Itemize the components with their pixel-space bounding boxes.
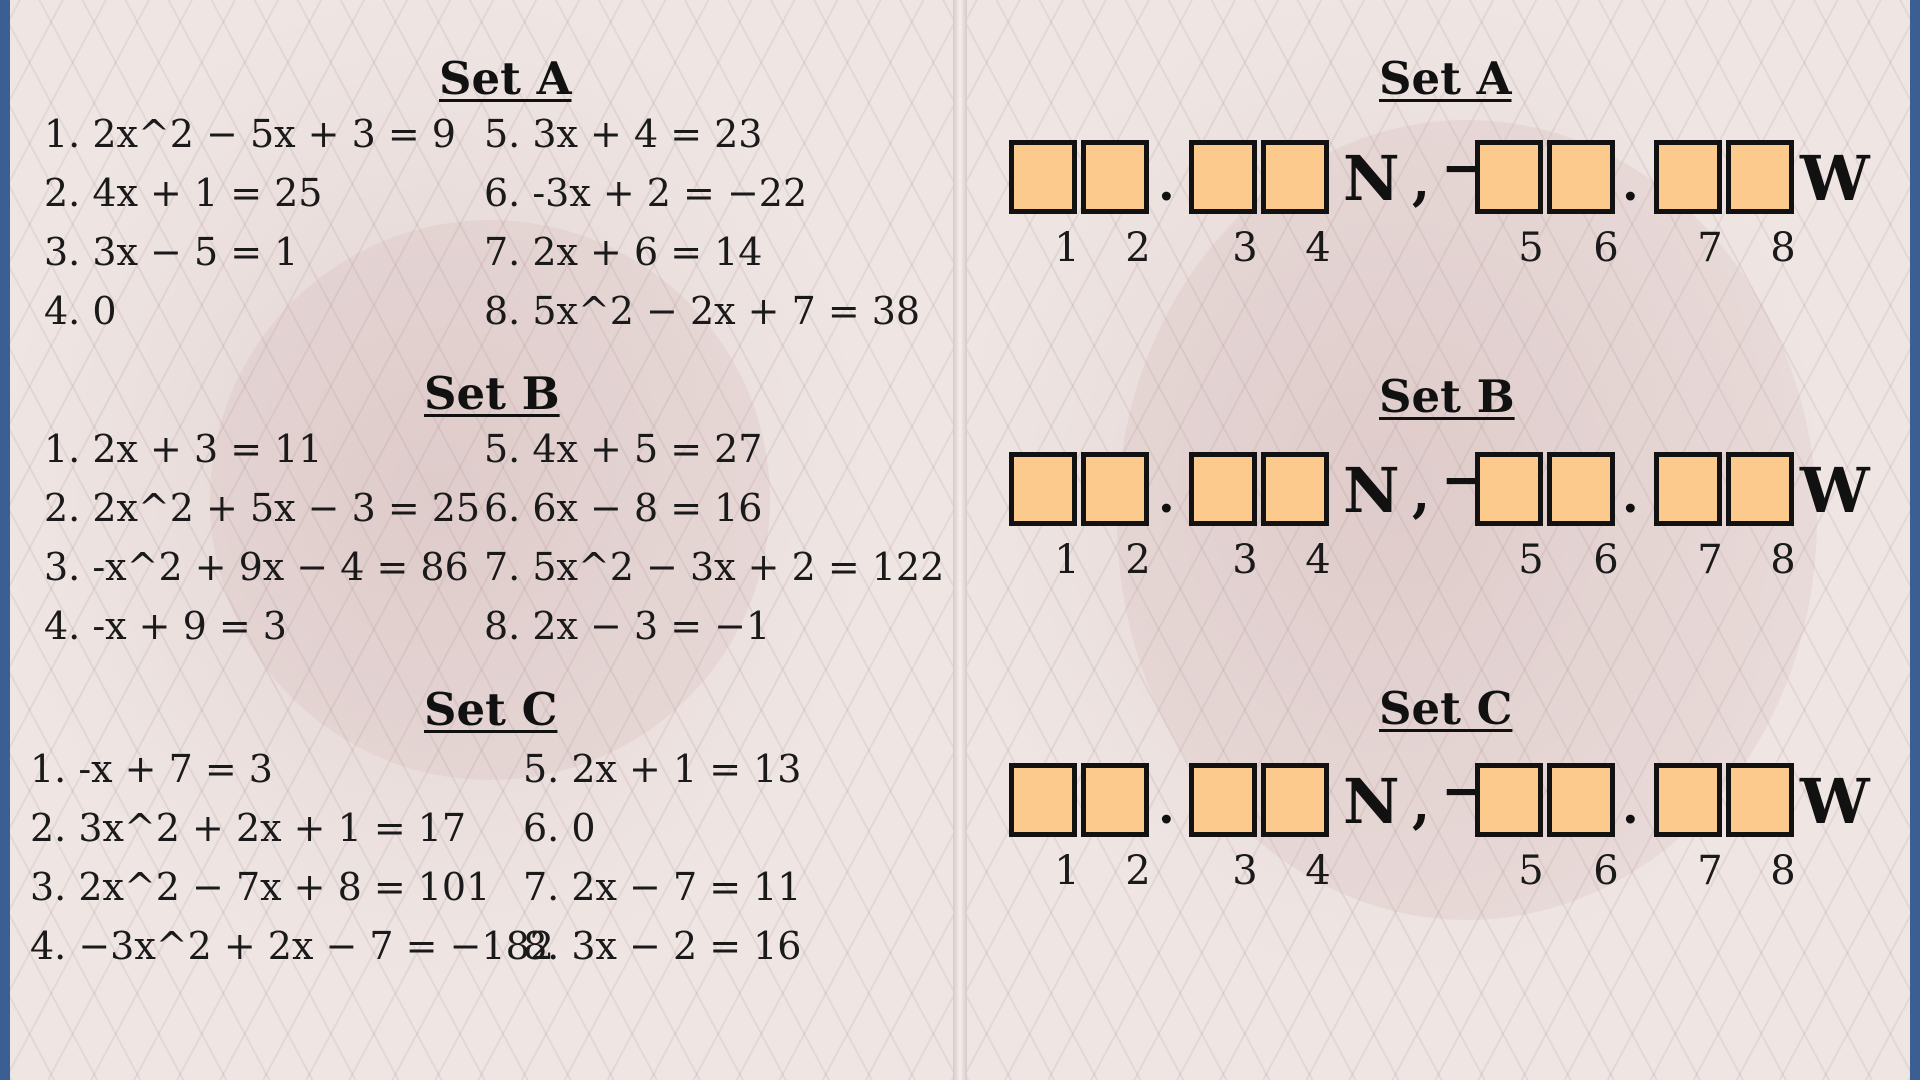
set-c-equation-1: 1. -x + 7 = 3 [30,747,273,791]
north-label: N [1343,765,1400,838]
answer-box-1[interactable] [1009,452,1077,526]
answer-box-8[interactable] [1726,140,1794,214]
answer-box-8[interactable] [1726,763,1794,837]
box-number-4: 4 [1305,537,1331,583]
answer-box-2[interactable] [1081,140,1149,214]
set-a-equation-6: 6. -3x + 2 = −22 [484,171,808,215]
answer-box-5[interactable] [1475,140,1543,214]
set-c-equation-3: 3. 2x^2 − 7x + 8 = 101 [30,865,491,909]
set-c-equation-5: 5. 2x + 1 = 13 [523,747,802,791]
comma: , [1412,151,1431,212]
answer-box-2[interactable] [1081,763,1149,837]
set-b-equation-7: 7. 5x^2 − 3x + 2 = 122 [484,545,945,589]
set-c-equation-8: 8. 3x − 2 = 16 [523,924,802,968]
box-number-6: 6 [1593,537,1619,583]
decimal-point: . [1158,468,1175,524]
set-b-equation-5: 5. 4x + 5 = 27 [484,427,763,471]
answer-box-6[interactable] [1547,140,1615,214]
decimal-point: . [1622,779,1639,835]
box-number-7: 7 [1697,225,1723,271]
answer-box-5[interactable] [1475,763,1543,837]
decimal-point: . [1622,468,1639,524]
set-a-equation-7: 7. 2x + 6 = 14 [484,230,763,274]
set-b-equation-8: 8. 2x − 3 = −1 [484,604,771,648]
box-number-1: 1 [1054,848,1080,894]
answer-box-7[interactable] [1654,763,1722,837]
answer-box-4[interactable] [1261,763,1329,837]
coordinate-row-set-c: . N , − . W 1 2 3 4 5 6 7 8 [1009,763,1870,894]
west-label: W [1800,454,1870,527]
set-c-title: Set C [424,683,558,736]
decimal-point: . [1158,779,1175,835]
box-number-8: 8 [1770,537,1796,583]
set-a-equation-1: 1. 2x^2 − 5x + 3 = 9 [44,112,456,156]
box-number-7: 7 [1697,537,1723,583]
box-number-6: 6 [1593,225,1619,271]
west-label: W [1800,765,1870,838]
box-number-2: 2 [1125,537,1151,583]
box-number-6: 6 [1593,848,1619,894]
coordinate-row-set-a: . N , − . W 1 2 3 4 5 6 7 8 [1009,140,1870,271]
coord-set-b-title: Set B [1379,370,1515,423]
set-b-equation-4: 4. -x + 9 = 3 [44,604,287,648]
set-a-equation-3: 3. 3x − 5 = 1 [44,230,299,274]
answer-box-1[interactable] [1009,140,1077,214]
set-b-title: Set B [424,367,560,420]
decimal-point: . [1622,156,1639,212]
box-number-3: 3 [1232,848,1258,894]
box-number-2: 2 [1125,848,1151,894]
answer-box-5[interactable] [1475,452,1543,526]
left-page: Set A 1. 2x^2 − 5x + 3 = 9 2. 4x + 1 = 2… [10,0,953,1080]
set-b-equation-3: 3. -x^2 + 9x − 4 = 86 [44,545,469,589]
answer-box-3[interactable] [1189,140,1257,214]
set-b-equation-6: 6. 6x − 8 = 16 [484,486,763,530]
answer-box-3[interactable] [1189,763,1257,837]
box-number-4: 4 [1305,848,1331,894]
decimal-point: . [1158,156,1175,212]
coord-set-c-title: Set C [1379,682,1513,735]
set-c-equation-4: 4. −3x^2 + 2x − 7 = −182 [30,924,554,968]
set-a-equation-8: 8. 5x^2 − 2x + 7 = 38 [484,289,921,333]
box-number-3: 3 [1232,537,1258,583]
north-label: N [1343,142,1400,215]
box-number-5: 5 [1518,537,1544,583]
answer-box-7[interactable] [1654,452,1722,526]
comma: , [1412,463,1431,524]
answer-box-6[interactable] [1547,763,1615,837]
answer-box-1[interactable] [1009,763,1077,837]
answer-box-6[interactable] [1547,452,1615,526]
set-b-equation-2: 2. 2x^2 + 5x − 3 = 25 [44,486,481,530]
set-a-title: Set A [439,52,572,105]
box-number-5: 5 [1518,848,1544,894]
answer-box-2[interactable] [1081,452,1149,526]
answer-box-7[interactable] [1654,140,1722,214]
set-c-equation-7: 7. 2x − 7 = 11 [523,865,802,909]
answer-box-4[interactable] [1261,452,1329,526]
book-spine [953,0,967,1080]
box-number-1: 1 [1054,537,1080,583]
box-number-8: 8 [1770,848,1796,894]
set-c-equation-6: 6. 0 [523,806,596,850]
west-label: W [1800,142,1870,215]
box-number-1: 1 [1054,225,1080,271]
box-number-8: 8 [1770,225,1796,271]
box-number-5: 5 [1518,225,1544,271]
box-number-7: 7 [1697,848,1723,894]
coordinate-row-set-b: . N , − . W 1 2 3 4 5 6 7 8 [1009,452,1870,583]
answer-box-8[interactable] [1726,452,1794,526]
set-a-equation-5: 5. 3x + 4 = 23 [484,112,763,156]
set-c-equation-2: 2. 3x^2 + 2x + 1 = 17 [30,806,467,850]
answer-box-4[interactable] [1261,140,1329,214]
set-a-equation-2: 2. 4x + 1 = 25 [44,171,323,215]
north-label: N [1343,454,1400,527]
set-a-equation-4: 4. 0 [44,289,117,333]
comma: , [1412,774,1431,835]
box-number-2: 2 [1125,225,1151,271]
box-number-3: 3 [1232,225,1258,271]
set-b-equation-1: 1. 2x + 3 = 11 [44,427,323,471]
answer-box-3[interactable] [1189,452,1257,526]
box-number-4: 4 [1305,225,1331,271]
coord-set-a-title: Set A [1379,52,1512,105]
